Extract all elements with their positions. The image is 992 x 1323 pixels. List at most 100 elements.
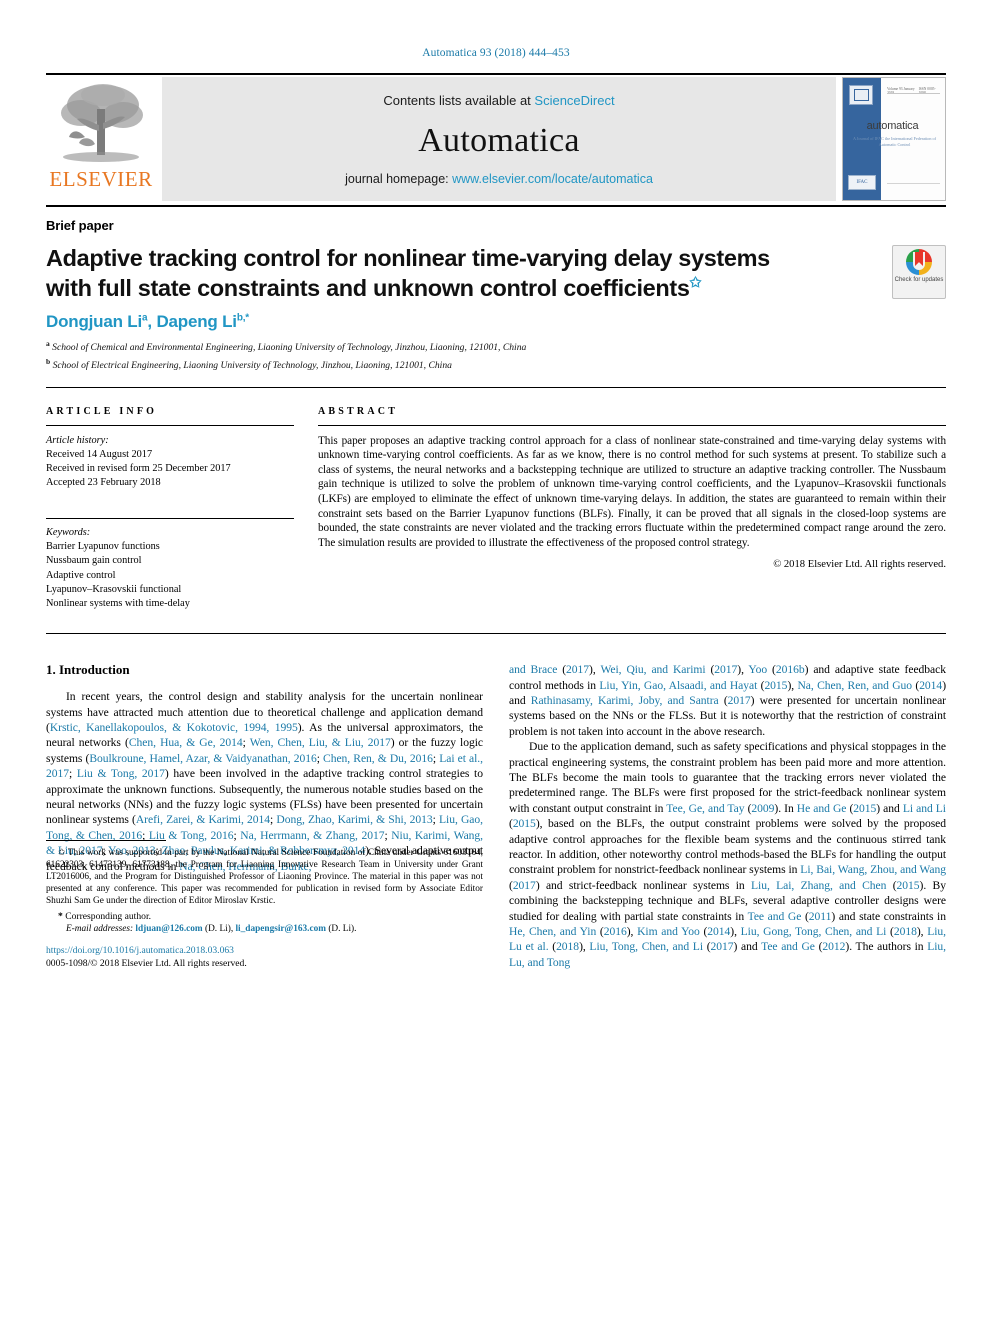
citation-link[interactable]: Tee and Ge xyxy=(748,910,802,923)
citation-link[interactable]: He and Ge xyxy=(797,802,847,815)
citation-link[interactable]: Krstic, Kanellakopoulos, & Kokotovic, 19… xyxy=(50,721,298,734)
journal-homepage-link[interactable]: www.elsevier.com/locate/automatica xyxy=(452,172,653,186)
left-column: 1. Introduction In recent years, the con… xyxy=(46,662,483,970)
citation-link[interactable]: 2017 xyxy=(711,940,734,953)
funding-footnote-marker: ✩ xyxy=(58,847,66,858)
citation-link[interactable]: 2015 xyxy=(513,817,536,830)
email-link-2[interactable]: li_dapengsir@163.com xyxy=(235,924,326,934)
author-1[interactable]: Dongjuan Li xyxy=(46,312,142,331)
corresponding-author-footnote: * Corresponding author. xyxy=(46,911,483,923)
info-abstract-section: ARTICLE INFO Article history: Received 1… xyxy=(46,406,946,612)
citation-link[interactable]: Liu, Gong, Tong, Chen, and Li xyxy=(741,925,887,938)
body-text-run: ( xyxy=(703,940,711,954)
abstract-bottom-rule xyxy=(46,633,946,635)
citation-link[interactable]: He, Chen, and Yin xyxy=(509,925,596,938)
citation-link[interactable]: 2015 xyxy=(897,879,920,892)
doi-link[interactable]: https://doi.org/10.1016/j.automatica.201… xyxy=(46,945,483,958)
journal-cover-thumbnail: IFAC Volume 93 January 2018 ISSN 0005-10… xyxy=(842,77,946,201)
citation-link[interactable]: Liu, Yin, Gao, Alsaadi, and Hayat xyxy=(599,679,757,692)
title-footnote-marker[interactable]: ✩ xyxy=(690,274,702,290)
crossmark-badge[interactable]: Check for updates xyxy=(892,245,946,299)
affiliation-a-text: School of Chemical and Environmental Eng… xyxy=(52,342,527,354)
contents-prefix: Contents lists available at xyxy=(383,92,535,108)
body-text-run: ( xyxy=(548,940,557,954)
crossmark-label: Check for updates xyxy=(894,277,944,283)
banner-center: Contents lists available at ScienceDirec… xyxy=(162,77,836,201)
citation-link[interactable]: Tee, Ge, and Tay xyxy=(666,802,744,815)
funding-footnote-text: This work was supported in part by the N… xyxy=(46,848,484,907)
body-text-run: ) and strict-feedback nonlinear systems … xyxy=(535,878,751,892)
citation-link[interactable]: 2009 xyxy=(751,802,774,815)
body-text-run: ) and xyxy=(733,940,762,954)
journal-title: Automatica xyxy=(418,121,580,159)
citation-link[interactable]: 2014 xyxy=(707,925,730,938)
title-top-rule xyxy=(46,205,946,207)
citation-link[interactable]: Dong, Zhao, Karimi, & Shi, 2013 xyxy=(276,813,432,826)
citation-link[interactable]: Yoo xyxy=(748,663,767,676)
citation-link[interactable]: 2015 xyxy=(853,802,876,815)
citation-link[interactable]: Li and Li xyxy=(903,802,946,815)
citation-link[interactable]: 2018 xyxy=(556,940,579,953)
keyword-4: Nonlinear systems with time-delay xyxy=(46,597,190,609)
cover-journal-title: automatica xyxy=(866,120,919,132)
citation-link[interactable]: Chen, Hua, & Ge, 2014 xyxy=(129,736,243,749)
cover-divider-top xyxy=(887,93,940,94)
email-1-owner: (D. Li), xyxy=(205,923,234,934)
citation-link[interactable]: 2018 xyxy=(894,925,917,938)
citation-link[interactable]: 2017 xyxy=(728,694,751,707)
corresponding-marker: * xyxy=(58,910,63,922)
body-text-run: ( xyxy=(886,925,894,939)
paper-page: Automatica 93 (2018) 444–453 ELSEVIER Co… xyxy=(0,0,992,1323)
footnote-area: ✩ This work was supported in part by the… xyxy=(46,840,483,970)
author-1-affil-marker: a xyxy=(142,312,148,324)
citation-link[interactable]: 2012 xyxy=(822,940,845,953)
body-text-run: ( xyxy=(705,663,715,677)
body-text-run: ( xyxy=(767,663,776,677)
email-link-1[interactable]: ldjuan@126.com xyxy=(135,924,202,934)
body-text-run: ). The authors in xyxy=(845,940,928,954)
citation-link[interactable]: 2011 xyxy=(809,910,832,923)
body-text-run: ), xyxy=(737,663,749,677)
citation-link[interactable]: 2017 xyxy=(566,663,589,676)
citation-link[interactable]: Rathinasamy, Karimi, Joby, and Santra xyxy=(531,694,719,707)
citation-link[interactable]: Wen, Chen, Liu, & Liu, 2017 xyxy=(250,736,391,749)
citation-link[interactable]: 2015 xyxy=(764,679,787,692)
doi-block: https://doi.org/10.1016/j.automatica.201… xyxy=(46,945,483,970)
intro-paragraph-right-1: and Brace (2017), Wei, Qiu, and Karimi (… xyxy=(509,662,946,739)
email-2-owner: (D. Li). xyxy=(328,923,357,934)
citation-link[interactable]: and Brace xyxy=(509,663,557,676)
citation-link[interactable]: Liu, Tong, Chen, and Li xyxy=(589,940,703,953)
citation-link[interactable]: Arefi, Zarei, & Karimi, 2014 xyxy=(136,813,270,826)
citation-link[interactable]: Kim and Yoo xyxy=(637,925,700,938)
affiliation-b-text: School of Electrical Engineering, Liaoni… xyxy=(52,360,452,372)
citation-link[interactable]: Tee and Ge xyxy=(761,940,815,953)
keyword-3: Lyapunov–Krasovskii functional xyxy=(46,583,182,595)
cover-divider-bottom xyxy=(887,183,940,184)
citation-link[interactable]: Li, Bai, Wang, Zhou, and Wang xyxy=(800,863,946,876)
citation-link[interactable]: Na, Chen, Ren, and Guo xyxy=(797,679,912,692)
citation-link[interactable]: 2014 xyxy=(919,679,942,692)
crossmark-icon xyxy=(906,249,932,275)
author-2[interactable]: Dapeng Li xyxy=(156,312,237,331)
sciencedirect-link[interactable]: ScienceDirect xyxy=(534,93,614,108)
elsevier-wordmark: ELSEVIER xyxy=(49,167,153,191)
body-text-run: ( xyxy=(557,663,567,677)
homepage-prefix: journal homepage: xyxy=(345,171,453,186)
abstract-column: ABSTRACT This paper proposes an adaptive… xyxy=(318,406,946,612)
citation-link[interactable]: Chen, Ren, & Du, 2016 xyxy=(323,752,433,765)
citation-link[interactable]: 2016b xyxy=(776,663,805,676)
citation-link[interactable]: Wei, Qiu, and Karimi xyxy=(600,663,705,676)
citation-link[interactable]: 2016 xyxy=(604,925,627,938)
info-section-top-rule xyxy=(46,386,946,388)
citation-link[interactable]: 2017 xyxy=(513,879,536,892)
history-revised: Received in revised form 25 December 201… xyxy=(46,462,231,474)
article-info-rule xyxy=(46,424,294,426)
body-text-run: ( xyxy=(801,909,809,923)
citation-link[interactable]: Liu & Tong, 2017 xyxy=(77,767,165,780)
citation-link[interactable]: Boulkroune, Hamel, Azar, & Vaidyanathan,… xyxy=(89,752,316,765)
corresponding-text: Corresponding author. xyxy=(65,910,152,922)
citation-link[interactable]: 2017 xyxy=(714,663,737,676)
email-label: E-mail addresses: xyxy=(66,923,134,934)
keywords-rule xyxy=(46,518,294,520)
citation-link[interactable]: Liu, Lai, Zhang, and Chen xyxy=(751,879,886,892)
